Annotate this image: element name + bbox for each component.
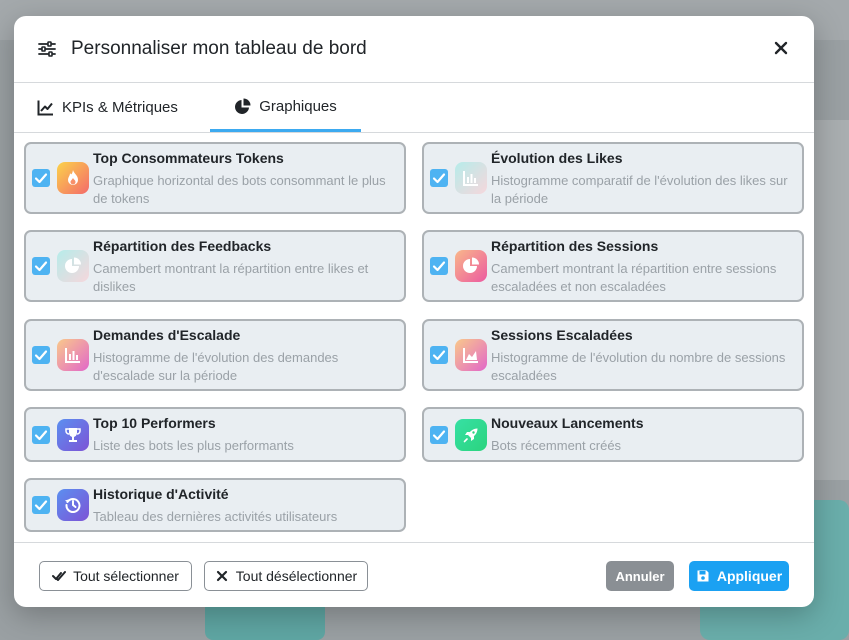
- pie-chart-icon: [235, 98, 251, 114]
- checkbox[interactable]: [430, 257, 448, 275]
- select-all-button[interactable]: Tout sélectionner: [39, 561, 192, 591]
- checkmark-icon: [432, 430, 446, 441]
- fire-icon: [57, 162, 89, 194]
- card-title: Nouveaux Lancements: [491, 415, 644, 431]
- deselect-all-button[interactable]: Tout désélectionner: [204, 561, 368, 591]
- tab-graphiques[interactable]: Graphiques: [210, 83, 361, 132]
- modal-footer: Tout sélectionner Tout désélectionner An…: [14, 542, 814, 607]
- background-panel: [814, 120, 849, 480]
- checkbox[interactable]: [430, 169, 448, 187]
- checkbox[interactable]: [32, 257, 50, 275]
- checkmark-icon: [34, 430, 48, 441]
- chart-option-card[interactable]: Répartition des Feedbacks Camembert mont…: [24, 230, 406, 302]
- sliders-icon: [38, 41, 56, 57]
- chart-option-card[interactable]: Évolution des Likes Histogramme comparat…: [422, 142, 804, 214]
- button-label: Tout désélectionner: [235, 568, 358, 584]
- card-title: Sessions Escaladées: [491, 327, 633, 343]
- pie-chart-icon: [455, 250, 487, 282]
- card-description: Camembert montrant la répartition entre …: [93, 261, 369, 294]
- rocket-icon: [455, 419, 487, 451]
- double-check-icon: [52, 571, 67, 581]
- save-icon: [697, 570, 709, 582]
- checkbox[interactable]: [32, 169, 50, 187]
- tab-bar: KPIs & Métriques Graphiques: [14, 83, 814, 133]
- tab-kpis[interactable]: KPIs & Métriques: [37, 83, 178, 131]
- checkmark-icon: [34, 173, 48, 184]
- checkmark-icon: [432, 173, 446, 184]
- checkbox[interactable]: [32, 346, 50, 364]
- checkbox[interactable]: [32, 426, 50, 444]
- button-label: Appliquer: [716, 568, 783, 584]
- card-description: Liste des bots les plus performants: [93, 438, 294, 453]
- chart-option-card[interactable]: Répartition des Sessions Camembert montr…: [422, 230, 804, 302]
- card-title: Évolution des Likes: [491, 150, 623, 166]
- checkbox[interactable]: [32, 496, 50, 514]
- trophy-icon: [57, 419, 89, 451]
- chart-option-card[interactable]: Historique d'Activité Tableau des derniè…: [24, 478, 406, 532]
- card-title: Demandes d'Escalade: [93, 327, 241, 343]
- bar-chart-icon: [57, 339, 89, 371]
- checkmark-icon: [34, 350, 48, 361]
- card-description: Tableau des dernières activités utilisat…: [93, 509, 338, 524]
- modal-title: Personnaliser mon tableau de bord: [71, 38, 367, 59]
- tab-label: Graphiques: [259, 97, 337, 115]
- chart-option-card[interactable]: Nouveaux Lancements Bots récemment créés: [422, 407, 804, 462]
- card-title: Répartition des Sessions: [491, 238, 659, 254]
- checkbox[interactable]: [430, 426, 448, 444]
- chart-option-card[interactable]: Sessions Escaladées Histogramme de l'évo…: [422, 319, 804, 391]
- checkmark-icon: [432, 261, 446, 272]
- card-title: Historique d'Activité: [93, 486, 229, 502]
- modal-header: Personnaliser mon tableau de bord: [14, 16, 814, 83]
- card-description: Graphique horizontal des bots consommant…: [93, 173, 386, 206]
- tab-label: KPIs & Métriques: [62, 98, 178, 116]
- pie-chart-icon: [57, 250, 89, 282]
- area-chart-icon: [455, 339, 487, 371]
- close-icon[interactable]: [771, 38, 791, 58]
- card-title: Répartition des Feedbacks: [93, 238, 272, 254]
- card-description: Histogramme comparatif de l'évolution de…: [491, 173, 788, 206]
- apply-button[interactable]: Appliquer: [689, 561, 789, 591]
- card-description: Histogramme de l'évolution des demandes …: [93, 350, 339, 383]
- bar-chart-icon: [455, 162, 487, 194]
- chart-option-card[interactable]: Top Consommateurs Tokens Graphique horiz…: [24, 142, 406, 214]
- card-title: Top 10 Performers: [93, 415, 216, 431]
- checkbox[interactable]: [430, 346, 448, 364]
- cancel-button[interactable]: Annuler: [606, 561, 674, 591]
- card-description: Bots récemment créés: [491, 438, 622, 453]
- checkmark-icon: [34, 261, 48, 272]
- checkmark-icon: [34, 500, 48, 511]
- chart-option-card[interactable]: Top 10 Performers Liste des bots les plu…: [24, 407, 406, 462]
- chart-option-card[interactable]: Demandes d'Escalade Histogramme de l'évo…: [24, 319, 406, 391]
- button-label: Annuler: [615, 568, 665, 584]
- checkmark-icon: [432, 350, 446, 361]
- button-label: Tout sélectionner: [73, 568, 179, 584]
- card-title: Top Consommateurs Tokens: [93, 150, 284, 166]
- history-icon: [57, 489, 89, 521]
- customize-dashboard-modal: Personnaliser mon tableau de bord KPIs &…: [14, 16, 814, 607]
- line-chart-icon: [37, 100, 53, 115]
- card-description: Camembert montrant la répartition entre …: [491, 261, 777, 294]
- x-icon: [216, 570, 227, 582]
- card-description: Histogramme de l'évolution du nombre de …: [491, 350, 786, 383]
